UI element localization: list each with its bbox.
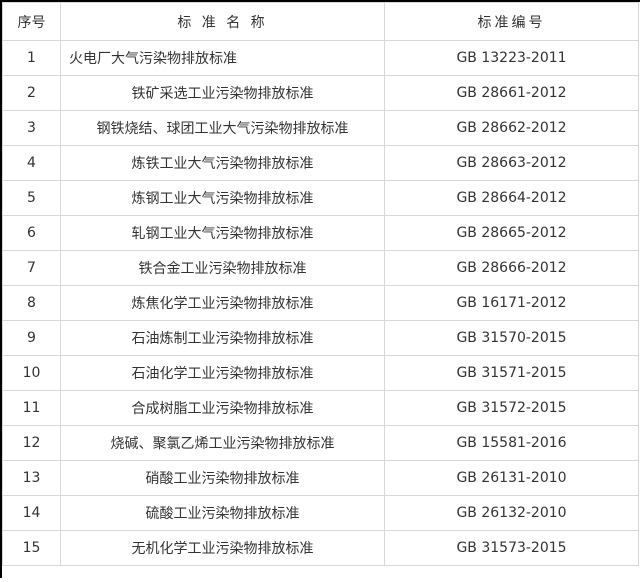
cell-standard-name: 炼铁工业大气污染物排放标准 [60, 145, 385, 181]
cell-standard-name: 石油化学工业污染物排放标准 [60, 355, 385, 391]
table-row: 4 炼铁工业大气污染物排放标准 GB 28663-2012 [2, 145, 639, 181]
cell-standard-code: GB 28666-2012 [384, 250, 639, 286]
cell-serial-number: 1 [2, 40, 61, 76]
cell-standard-code: GB 26131-2010 [384, 460, 639, 496]
table-header-row: 序号 标 准 名 称 标准编号 [2, 2, 639, 41]
cell-serial-number: 7 [2, 250, 61, 286]
cell-standard-name: 铁矿采选工业污染物排放标准 [60, 75, 385, 111]
cell-standard-code: GB 13223-2011 [384, 40, 639, 76]
cell-standard-code: GB 31572-2015 [384, 390, 639, 426]
table-row: 10 石油化学工业污染物排放标准 GB 31571-2015 [2, 355, 639, 391]
cell-serial-number: 2 [2, 75, 61, 111]
table-row: 6 轧钢工业大气污染物排放标准 GB 28665-2012 [2, 215, 639, 251]
cell-serial-number: 9 [2, 320, 61, 356]
cell-serial-number: 11 [2, 390, 61, 426]
cell-standard-code: GB 16171-2012 [384, 285, 639, 321]
cell-standard-code: GB 28664-2012 [384, 180, 639, 216]
cell-serial-number: 5 [2, 180, 61, 216]
cell-standard-name: 铁合金工业污染物排放标准 [60, 250, 385, 286]
cell-standard-name: 石油炼制工业污染物排放标准 [60, 320, 385, 356]
table-row: 14 硫酸工业污染物排放标准 GB 26132-2010 [2, 495, 639, 531]
cell-standard-name: 硫酸工业污染物排放标准 [60, 495, 385, 531]
cell-serial-number: 10 [2, 355, 61, 391]
cell-standard-name: 炼钢工业大气污染物排放标准 [60, 180, 385, 216]
cell-standard-name: 火电厂大气污染物排放标准 [60, 40, 385, 76]
header-serial-number: 序号 [2, 2, 61, 41]
cell-standard-code: GB 28662-2012 [384, 110, 639, 146]
cell-standard-code: GB 31570-2015 [384, 320, 639, 356]
table-row: 9 石油炼制工业污染物排放标准 GB 31570-2015 [2, 320, 639, 356]
cell-serial-number: 14 [2, 495, 61, 531]
cell-standard-name: 硝酸工业污染物排放标准 [60, 460, 385, 496]
cell-serial-number: 13 [2, 460, 61, 496]
cell-standard-name: 轧钢工业大气污染物排放标准 [60, 215, 385, 251]
standards-table: 序号 标 准 名 称 标准编号 1 火电厂大气污染物排放标准 GB 13223-20… [2, 2, 639, 566]
header-standard-code: 标准编号 [384, 2, 639, 41]
cell-serial-number: 8 [2, 285, 61, 321]
header-standard-name: 标 准 名 称 [60, 2, 385, 41]
cell-standard-name: 烧碱、聚氯乙烯工业污染物排放标准 [60, 425, 385, 461]
cell-serial-number: 12 [2, 425, 61, 461]
cell-standard-code: GB 31573-2015 [384, 530, 639, 566]
cell-standard-name: 钢铁烧结、球团工业大气污染物排放标准 [60, 110, 385, 146]
table-row: 11 合成树脂工业污染物排放标准 GB 31572-2015 [2, 390, 639, 426]
table-row: 1 火电厂大气污染物排放标准 GB 13223-2011 [2, 40, 639, 76]
cell-standard-code: GB 28661-2012 [384, 75, 639, 111]
cell-standard-code: GB 15581-2016 [384, 425, 639, 461]
cell-standard-name: 无机化学工业污染物排放标准 [60, 530, 385, 566]
table-row: 13 硝酸工业污染物排放标准 GB 26131-2010 [2, 460, 639, 496]
table-row: 15 无机化学工业污染物排放标准 GB 31573-2015 [2, 530, 639, 566]
cell-standard-name: 炼焦化学工业污染物排放标准 [60, 285, 385, 321]
cell-serial-number: 15 [2, 530, 61, 566]
table-row: 7 铁合金工业污染物排放标准 GB 28666-2012 [2, 250, 639, 286]
cell-serial-number: 3 [2, 110, 61, 146]
cell-standard-code: GB 28663-2012 [384, 145, 639, 181]
cell-serial-number: 6 [2, 215, 61, 251]
table-row: 12 烧碱、聚氯乙烯工业污染物排放标准 GB 15581-2016 [2, 425, 639, 461]
cell-standard-name: 合成树脂工业污染物排放标准 [60, 390, 385, 426]
table-row: 3 钢铁烧结、球团工业大气污染物排放标准 GB 28662-2012 [2, 110, 639, 146]
table-row: 8 炼焦化学工业污染物排放标准 GB 16171-2012 [2, 285, 639, 321]
cell-standard-code: GB 28665-2012 [384, 215, 639, 251]
cell-serial-number: 4 [2, 145, 61, 181]
bottom-edge [0, 578, 640, 582]
cell-standard-code: GB 26132-2010 [384, 495, 639, 531]
table-row: 2 铁矿采选工业污染物排放标准 GB 28661-2012 [2, 75, 639, 111]
table-row: 5 炼钢工业大气污染物排放标准 GB 28664-2012 [2, 180, 639, 216]
cell-standard-code: GB 31571-2015 [384, 355, 639, 391]
